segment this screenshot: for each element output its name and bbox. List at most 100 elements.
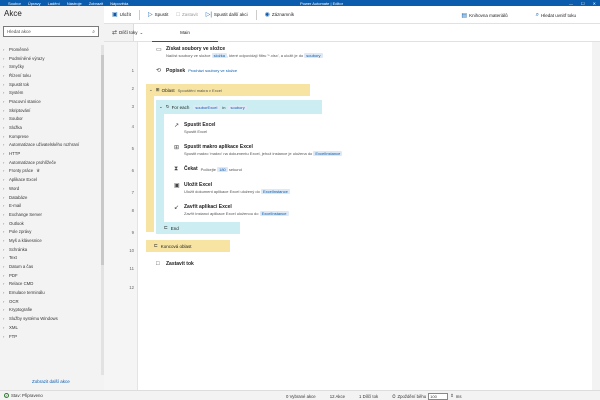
action-group[interactable]: › HTTP	[0, 149, 102, 158]
action-group[interactable]: › Automatizace prohlížeče	[0, 158, 102, 167]
run-delay: ⏱ Zpoždění běhu 100 ⇕ ms	[392, 392, 462, 400]
run-delay-unit: ms	[455, 393, 462, 399]
chevron-down-icon: ⌄	[139, 29, 144, 35]
window-title: Power Automate | Editor	[300, 0, 344, 6]
line-number: 3	[131, 104, 134, 109]
step-get-files-in-folder[interactable]: ▭ Získat soubory ve složce Načíst soubor…	[156, 46, 323, 58]
menu-view[interactable]: Zobrazit	[89, 1, 103, 6]
line-number: 6	[131, 168, 134, 173]
action-group[interactable]: › Fronty práce ♛	[0, 167, 102, 176]
action-group[interactable]: › Smyčky	[0, 62, 102, 71]
action-group[interactable]: › FTP	[0, 332, 102, 341]
line-number: 2	[131, 86, 134, 91]
step-title: Oblast	[161, 87, 175, 93]
run-button[interactable]: ▷ Spustit	[148, 11, 168, 18]
action-group[interactable]: › Outlook	[0, 219, 102, 228]
variable-pill: ExcelInstance	[260, 189, 290, 194]
action-group[interactable]: › XML	[0, 323, 102, 332]
stop-button[interactable]: □ Zastavit	[176, 12, 197, 18]
for-each-block[interactable]: ⌄ ↻ For each souborExcel in soubory	[156, 100, 322, 114]
line-number: 9	[131, 230, 134, 235]
action-group[interactable]: › OCR	[0, 297, 102, 306]
action-group[interactable]: › Word	[0, 184, 102, 193]
variable-pill: ExcelInstance	[259, 211, 289, 216]
stepper-icon[interactable]: ⇕	[450, 393, 454, 399]
menu-debug[interactable]: Ladění	[48, 1, 60, 6]
subflows-dropdown[interactable]: ⇄ Dílčí toky ⌄	[112, 29, 144, 37]
toolbar-right: ▤ Knihovna materiálů ⌕ Hledat uvnitř toku	[453, 6, 600, 24]
action-group[interactable]: › Složka	[0, 123, 102, 132]
region-end-block[interactable]: ⊏ Koncová oblast	[146, 240, 230, 252]
action-group[interactable]: › Exchange Server	[0, 210, 102, 219]
check-icon: ✓	[4, 393, 9, 398]
tab-main[interactable]: Main	[152, 24, 218, 42]
step-launch-excel[interactable]: ↗ Spustit Excel Spustit Excel	[174, 122, 215, 134]
action-group[interactable]: › Emulace terminálu	[0, 288, 102, 297]
assets-library-button[interactable]: ▤ Knihovna materiálů	[461, 12, 507, 19]
actions-search-input[interactable]: Hledat akce ⌕	[3, 26, 99, 37]
line-number: 4	[131, 124, 134, 129]
search-icon: ⌕	[92, 29, 95, 35]
action-group[interactable]: › Spustit tok	[0, 80, 102, 89]
action-group[interactable]: › Řízení toku	[0, 71, 102, 80]
region-end-icon: ⊏	[154, 243, 158, 248]
action-group[interactable]: › Podmíněné výrazy	[0, 54, 102, 63]
region-block[interactable]: ⌄ ⊞ Oblast Spouštění makra v Excel	[146, 84, 310, 96]
actions-list: › Proměnné › Podmíněné výrazy › Smyčky › Říz…	[0, 45, 102, 340]
recorder-button[interactable]: ◉ Záznamník	[265, 11, 295, 18]
menu-help[interactable]: Nápověda	[110, 1, 128, 6]
step-title: Čekat	[184, 166, 198, 172]
step-stop-flow[interactable]: □ Zastavit tok	[156, 261, 194, 267]
line-number: 10	[129, 248, 134, 253]
menu-edit[interactable]: Úpravy	[28, 1, 41, 6]
status-indicator: ✓ Stav: Připraveno	[4, 393, 43, 398]
action-group[interactable]: › Skriptování	[0, 106, 102, 115]
hourglass-icon: ⧗	[174, 166, 179, 172]
action-group[interactable]: › Datum a čas	[0, 262, 102, 271]
line-number: 12	[129, 285, 134, 290]
step-title: Uložit Excel	[184, 182, 213, 188]
action-group[interactable]: › Kryptografie	[0, 306, 102, 315]
action-group[interactable]: › PDF	[0, 271, 102, 280]
action-group[interactable]: › Aplikace Excel	[0, 175, 102, 184]
step-save-excel[interactable]: ▣ Uložit Excel Uložit dokument aplikace …	[174, 182, 290, 194]
record-icon: ◉	[264, 12, 270, 18]
step-run-excel-macro[interactable]: ⊞ Spustit makro aplikace Excel Spustit m…	[174, 144, 343, 156]
maximize-icon[interactable]: ☐	[581, 1, 585, 6]
actions-search-placeholder: Hledat akce	[7, 29, 31, 34]
action-group[interactable]: › Myš a klávesnice	[0, 236, 102, 245]
action-group[interactable]: › E-mail	[0, 201, 102, 210]
action-group[interactable]: › Automatizace uživatelského rozhraní	[0, 141, 102, 150]
minimize-icon[interactable]: —	[569, 1, 573, 6]
action-group[interactable]: › Soubor	[0, 115, 102, 124]
action-group[interactable]: › Systém	[0, 88, 102, 97]
flow-designer-canvas: ▭ Získat soubory ve složce Načíst soubor…	[138, 42, 600, 390]
flow-search-button[interactable]: ⌕ Hledat uvnitř toku	[536, 12, 576, 19]
action-group[interactable]: › Proměnné	[0, 45, 102, 54]
variable-pill: souborExcel	[193, 104, 220, 110]
canvas-scrollbar[interactable]	[592, 42, 600, 390]
menu-tools[interactable]: Nástroje	[67, 1, 82, 6]
save-button[interactable]: ▣ Uložit	[112, 11, 131, 18]
more-actions-link[interactable]: Zobrazit další akce	[32, 379, 70, 384]
step-comment[interactable]: ⟲ Popisek Prochází soubory ve složce	[156, 67, 237, 75]
action-group[interactable]: › Schránka	[0, 245, 102, 254]
step-wait[interactable]: ⧗ Čekat Počkejte 180 sekund	[174, 166, 242, 173]
line-number: 8	[131, 208, 134, 213]
loop-end-block[interactable]: ⊏ End	[156, 222, 240, 234]
run-next-action-button[interactable]: ▷| Spustit další akci	[206, 11, 248, 18]
loop-body-bar	[156, 114, 164, 222]
region-body-bar	[146, 96, 154, 232]
menu-file[interactable]: Soubor	[8, 1, 21, 6]
action-group[interactable]: › Text	[0, 254, 102, 263]
action-group[interactable]: › Databáze	[0, 193, 102, 202]
selected-actions-count: 0 Vybrané akce	[286, 393, 316, 399]
action-group[interactable]: › Pole zprávy	[0, 227, 102, 236]
action-group[interactable]: › Komprese	[0, 132, 102, 141]
action-group[interactable]: › Pracovní stanice	[0, 97, 102, 106]
action-group[interactable]: › Služby systému Windows	[0, 314, 102, 323]
close-icon[interactable]: ✕	[593, 1, 596, 6]
step-close-excel[interactable]: ↙ Zavřít aplikaci Excel Zavřít instanci …	[174, 204, 289, 216]
action-group[interactable]: › Relace CMD	[0, 280, 102, 289]
run-delay-input[interactable]: 100	[428, 392, 449, 400]
